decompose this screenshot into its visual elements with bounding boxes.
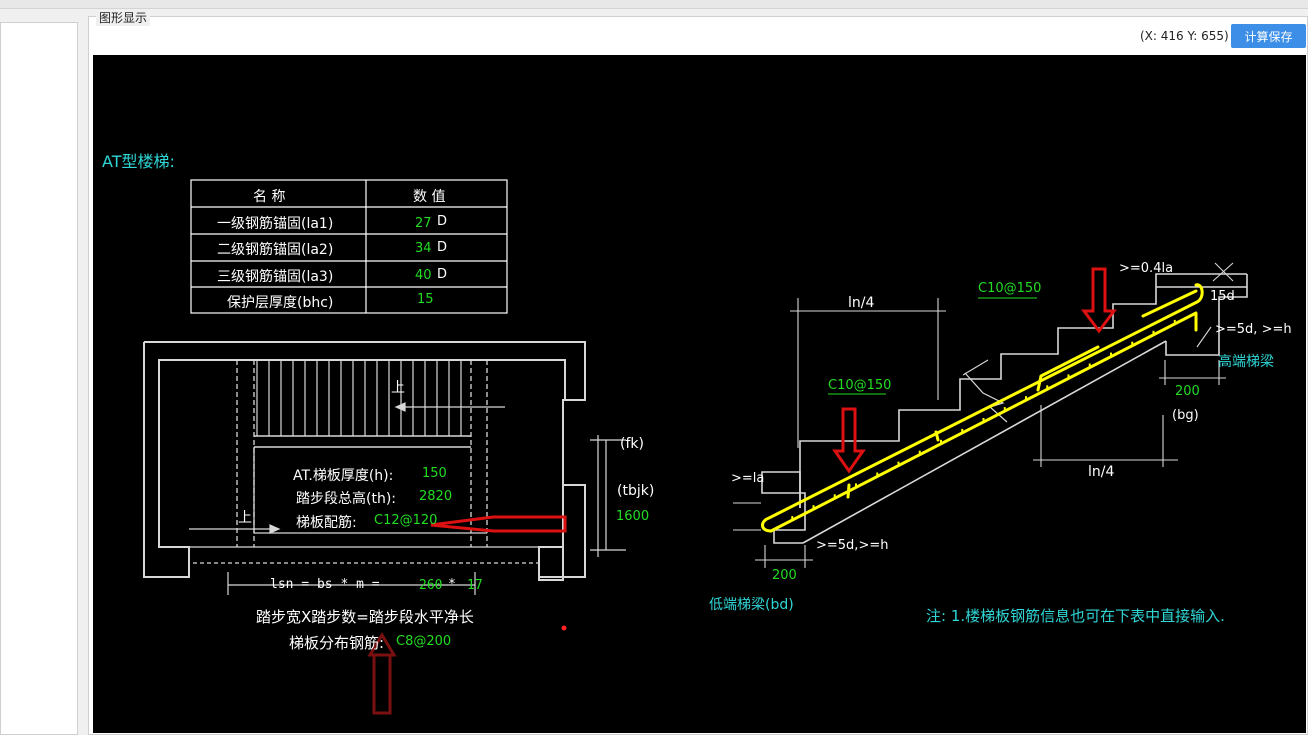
drawing-canvas[interactable]: AT型楼梯: 名 称 数 值 一级钢筋锚固(la1) 27 D 二级钢筋锚固(l… [93,55,1306,733]
low-beam-width[interactable]: 200 [772,568,797,583]
slab-thickness-value[interactable]: 150 [422,466,447,481]
table-row-unit: D [437,267,448,282]
slab-rebar-label: 梯板配筋: [296,515,357,531]
cad-drawing [143,179,1248,715]
table-row-name: 三级钢筋锚固(la3) [217,269,334,285]
fk-label: (fk) [620,436,644,452]
la-label: >=la [731,471,765,486]
15d-label: 15d [1210,289,1235,304]
anchor-04la-label: >=0.4la [1119,261,1174,276]
table-row-value[interactable]: 15 [417,292,434,307]
table-row-value[interactable]: 27 [415,216,432,231]
table-header-value: 数 值 [413,189,446,205]
table-row-unit: D [437,240,448,255]
stair-width-value[interactable]: 1600 [616,509,649,524]
top-rebar-value[interactable]: C10@150 [978,281,1041,296]
high-beam-width[interactable]: 200 [1175,384,1200,399]
high-beam-label: 高端梯梁 [1218,354,1274,370]
table-row-value[interactable]: 34 [415,241,432,256]
ln4-top-label: ln/4 [848,295,875,311]
bottom-rebar-value[interactable]: C10@150 [828,378,891,393]
anchor-5d-low-label: >=5d,>=h [816,538,889,553]
slab-thickness-label: AT.梯板厚度(h): [293,468,394,484]
times-sign: * [448,577,456,592]
anchor-5d-high-label: >=5d, >=h [1215,322,1292,337]
left-tree-panel[interactable] [0,22,78,735]
ln4-bottom-label: ln/4 [1088,464,1115,480]
plan-stair-steps [256,360,462,436]
distribution-rebar-value[interactable]: C8@200 [396,634,451,649]
table-row-unit: D [437,214,448,229]
red-arrow-top [1081,267,1117,334]
total-height-label: 踏步段总高(th): [296,491,397,507]
red-arrow-bottom [832,407,866,474]
total-height-value[interactable]: 2820 [419,489,452,504]
group-title: 图形显示 [96,9,151,26]
stair-type-title: AT型楼梯: [102,152,175,171]
table-row-value[interactable]: 40 [415,268,432,283]
note-text: 注: 1.楼梯板钢筋信息也可在下表中直接输入. [926,607,1225,625]
plan-up-label: 上 [391,380,405,396]
calc-save-button[interactable]: 计算保存 [1231,24,1306,48]
table-header-name: 名 称 [253,189,286,205]
table-row-name: 二级钢筋锚固(la2) [217,242,334,258]
tbjk-label: (tbjk) [617,483,655,499]
table-row-name: 一级钢筋锚固(la1) [217,216,334,232]
table-row-name: 保护层厚度(bhc) [227,295,334,311]
top-toolbar-strip [0,0,1308,9]
slab-rebar-value[interactable]: C12@120 [374,513,437,528]
section-rebars [761,283,1204,533]
cursor-coordinates: (X: 416 Y: 655) [1140,29,1229,43]
plan-up-label: 上 [238,510,252,526]
low-beam-label: 低端梯梁(bd) [709,597,794,613]
red-arrow-rebar [430,515,567,533]
lsn-label: lsn = bs * m = [270,577,380,592]
panel-splitter[interactable] [80,10,86,733]
bs-value[interactable]: 260 [419,578,442,593]
distribution-rebar-label: 梯板分布钢筋: [289,634,385,652]
red-dot [561,625,567,631]
m-value[interactable]: 17 [467,578,483,593]
step-formula: 踏步宽X踏步数=踏步段水平净长 [256,608,474,626]
bg-label: (bg) [1172,408,1199,423]
